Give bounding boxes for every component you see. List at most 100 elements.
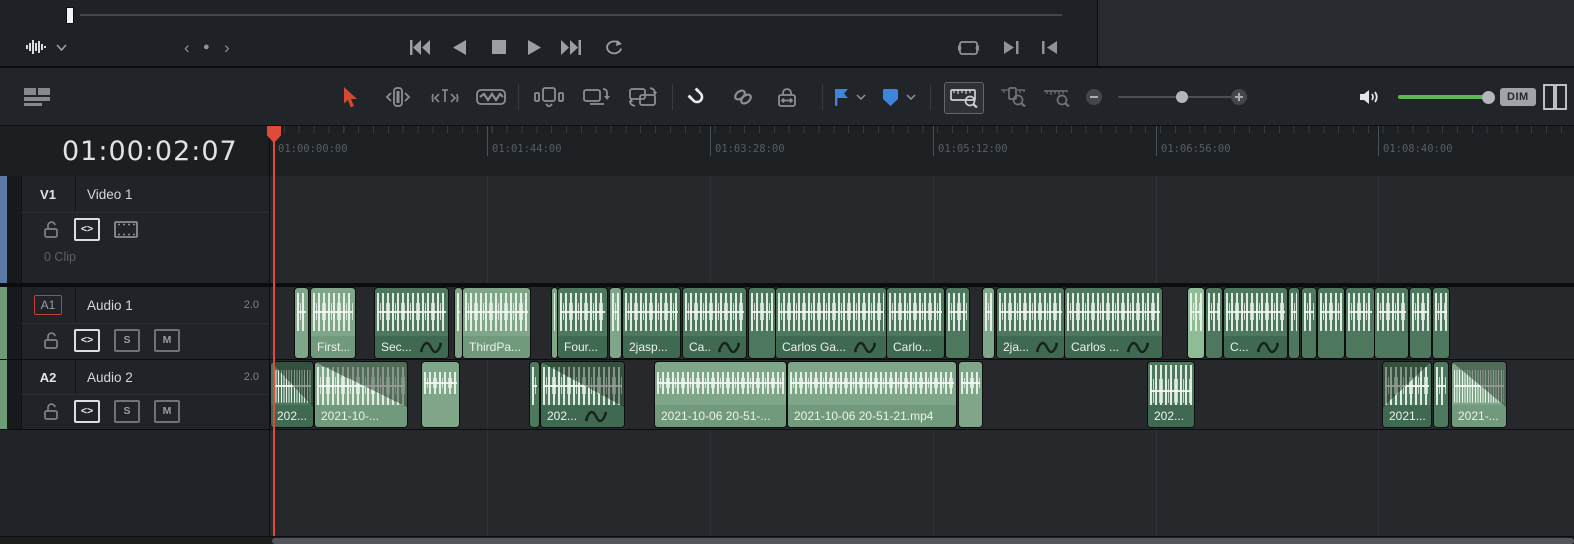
mute-button[interactable]: M: [154, 400, 180, 423]
auto-select-button[interactable]: <>: [74, 329, 100, 352]
position-lock-icon[interactable]: [776, 82, 798, 112]
prev-marker-button[interactable]: ‹: [184, 38, 190, 58]
timeline-content[interactable]: First...Sec...ThirdPa...Four...2jasp...C…: [269, 176, 1574, 536]
audio-clip[interactable]: [610, 288, 621, 358]
timeline-scrub-handle[interactable]: [66, 7, 74, 24]
snapping-magnet-icon[interactable]: [686, 82, 708, 112]
marker-chevron-icon[interactable]: [906, 82, 916, 112]
dynamic-trim-mode-button[interactable]: [430, 82, 460, 112]
video1-track-name[interactable]: Video 1: [75, 187, 269, 202]
trim-edit-mode-button[interactable]: [383, 82, 413, 112]
audio-clip[interactable]: [295, 288, 308, 358]
audio2-track-header[interactable]: A2 Audio 2 2.0 <> S M: [0, 360, 269, 429]
audio-clip[interactable]: 2jasp...: [623, 288, 680, 358]
audio-clip[interactable]: [1206, 288, 1222, 358]
mixer-toggle-icon[interactable]: [1542, 82, 1568, 112]
timeline-scrub-bar[interactable]: [80, 14, 1062, 16]
audio-clip[interactable]: C...: [1224, 288, 1287, 358]
zoom-slider-knob[interactable]: [1176, 91, 1188, 103]
zoom-out-button[interactable]: [1086, 82, 1102, 112]
loop-range-icon[interactable]: [958, 41, 979, 55]
timeline-ruler[interactable]: 01:00:00:0001:01:44:0001:03:28:0001:05:1…: [269, 126, 1574, 176]
audio-clip[interactable]: 202...: [541, 362, 624, 427]
mute-button[interactable]: M: [154, 329, 180, 352]
overwrite-clip-button[interactable]: [582, 82, 610, 112]
audio-clip[interactable]: 2021-10-...: [315, 362, 407, 427]
chevron-down-icon[interactable]: [56, 44, 67, 51]
audio-clip[interactable]: Carlos Ga...: [776, 288, 886, 358]
audio-clip[interactable]: 202...: [271, 362, 313, 427]
lock-icon[interactable]: [43, 221, 60, 238]
audio-clip[interactable]: [422, 362, 459, 427]
audio-clip[interactable]: Ca...: [683, 288, 746, 358]
audio-clip[interactable]: [1434, 362, 1448, 427]
audio1-track-header[interactable]: A1 Audio 1 2.0 <> S M: [0, 287, 269, 359]
zoom-slider[interactable]: [1118, 82, 1242, 112]
audio-clip[interactable]: [1410, 288, 1431, 358]
audio-clip[interactable]: Four...: [558, 288, 607, 358]
audio-clip[interactable]: [455, 288, 462, 358]
custom-zoom-button[interactable]: [1038, 82, 1076, 112]
filmstrip-icon[interactable]: [114, 221, 138, 238]
razor-edit-mode-button[interactable]: [476, 82, 506, 112]
scrollbar-thumb[interactable]: [272, 538, 1574, 544]
audio-clip[interactable]: [1433, 288, 1449, 358]
audio-waveform-view-icon[interactable]: [26, 39, 50, 55]
audio-clip[interactable]: [1346, 288, 1374, 358]
auto-select-button[interactable]: <>: [74, 218, 100, 241]
audio-clip[interactable]: [1375, 288, 1408, 358]
speaker-icon[interactable]: [1358, 82, 1380, 112]
linked-selection-icon[interactable]: [732, 82, 754, 112]
zoom-in-button[interactable]: [1231, 82, 1247, 112]
play-reverse-button[interactable]: [453, 40, 466, 55]
audio-clip[interactable]: First...: [311, 288, 355, 358]
audio-clip[interactable]: 2ja...: [997, 288, 1064, 358]
audio-clip[interactable]: [1318, 288, 1344, 358]
play-button[interactable]: [528, 40, 541, 55]
lock-icon[interactable]: [43, 403, 60, 420]
video1-track-header[interactable]: V1 Video 1 <>: [0, 176, 269, 283]
solo-button[interactable]: S: [114, 400, 140, 423]
playhead-line[interactable]: [273, 126, 275, 536]
audio-clip[interactable]: [959, 362, 982, 427]
volume-slider-knob[interactable]: [1482, 91, 1495, 104]
audio-clip[interactable]: 2021-10-06 20-51-...: [655, 362, 786, 427]
go-to-in-icon[interactable]: [1042, 41, 1057, 54]
flag-icon[interactable]: [833, 82, 850, 112]
timeline-view-options-icon[interactable]: [24, 82, 52, 112]
marker-dot-icon[interactable]: ●: [203, 41, 210, 53]
selection-mode-button[interactable]: [342, 82, 359, 112]
full-extent-zoom-button[interactable]: [944, 82, 984, 114]
audio-clip[interactable]: Carlo...: [887, 288, 944, 358]
audio-clip[interactable]: [946, 288, 969, 358]
audio-clip[interactable]: [1302, 288, 1316, 358]
go-to-end-button[interactable]: [561, 40, 581, 55]
horizontal-scrollbar[interactable]: [0, 536, 1574, 544]
flag-chevron-icon[interactable]: [856, 82, 866, 112]
next-marker-button[interactable]: ›: [224, 38, 230, 58]
replace-clip-button[interactable]: [628, 82, 658, 112]
audio-clip[interactable]: [552, 288, 557, 358]
audio-clip[interactable]: [1188, 288, 1204, 358]
auto-select-button[interactable]: <>: [74, 400, 100, 423]
go-to-start-button[interactable]: [410, 40, 430, 55]
lock-icon[interactable]: [43, 332, 60, 349]
audio-clip[interactable]: 2021-...: [1452, 362, 1506, 427]
audio-clip[interactable]: Sec...: [375, 288, 448, 358]
audio-clip[interactable]: 2021...: [1383, 362, 1431, 427]
dim-button[interactable]: DIM: [1500, 82, 1536, 112]
audio-clip[interactable]: Carlos ...: [1065, 288, 1162, 358]
audio1-track-id[interactable]: A1: [21, 295, 75, 315]
insert-clip-button[interactable]: [534, 82, 564, 112]
audio-clip[interactable]: [749, 288, 775, 358]
audio1-track-name[interactable]: Audio 1: [75, 298, 244, 313]
stop-button[interactable]: [492, 40, 506, 54]
audio-clip[interactable]: [530, 362, 539, 427]
volume-slider[interactable]: [1398, 82, 1494, 112]
audio-clip[interactable]: 2021-10-06 20-51-21.mp4: [788, 362, 956, 427]
play-to-out-icon[interactable]: [1004, 41, 1019, 54]
video1-track-id[interactable]: V1: [21, 187, 75, 202]
solo-button[interactable]: S: [114, 329, 140, 352]
audio2-track-id[interactable]: A2: [21, 370, 75, 385]
audio-clip[interactable]: ThirdPa...: [463, 288, 530, 358]
